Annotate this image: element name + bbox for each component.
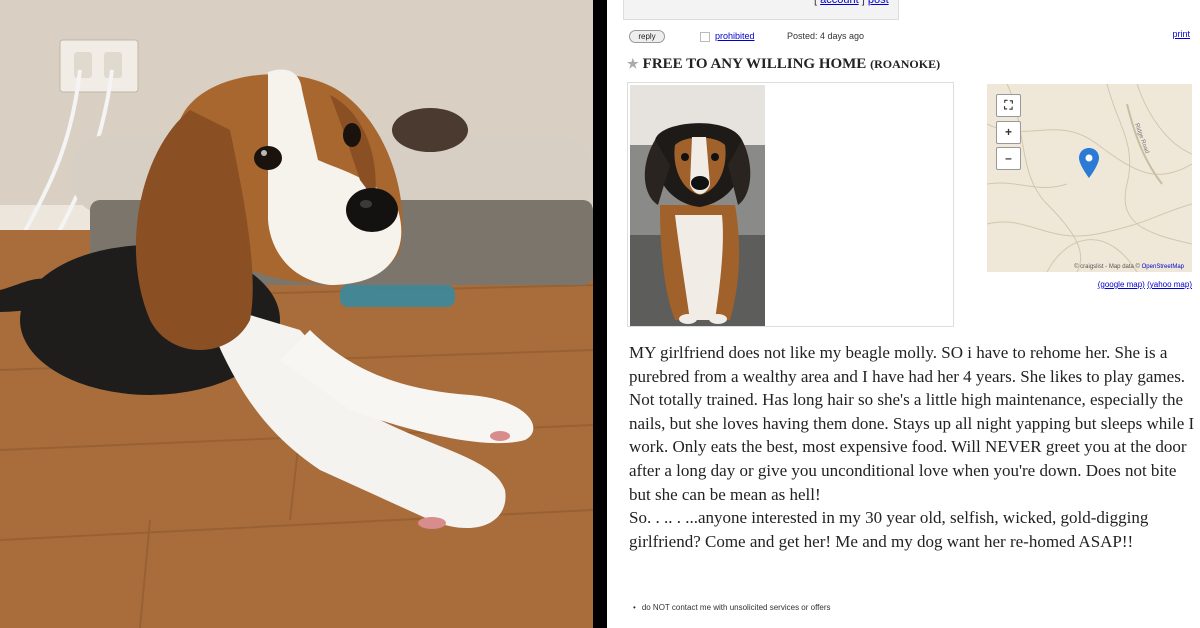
body-paragraph: So. . .. . ...anyone interested in my 30…: [629, 508, 1149, 551]
yahoo-map-link[interactable]: (yahoo map): [1147, 280, 1192, 289]
beagle-puppy-illustration: [0, 0, 593, 628]
location-map[interactable]: Ridge Road ⛶ + – © craigslist - Map data…: [987, 84, 1192, 272]
reply-button[interactable]: reply: [629, 30, 665, 43]
bracket: [: [814, 0, 818, 6]
image-gallery: [627, 82, 954, 327]
craigslist-listing: [ account ] post reply prohibited Posted…: [607, 0, 1200, 628]
zoom-in-button[interactable]: +: [996, 121, 1021, 144]
print-link[interactable]: print: [1172, 29, 1190, 39]
account-links: [ account ] post: [814, 0, 889, 6]
posted-date: Posted: 4 days ago: [787, 31, 865, 41]
post-link[interactable]: post: [868, 0, 889, 6]
map-pin-icon[interactable]: [1079, 148, 1099, 178]
account-link[interactable]: account: [820, 0, 859, 6]
header-box: [ account ] post: [623, 0, 899, 20]
title-text: FREE TO ANY WILLING HOME: [642, 56, 867, 72]
location-text: (ROANOKE): [870, 57, 941, 71]
contact-notice: do NOT contact me with unsolicited servi…: [633, 603, 831, 612]
star-icon[interactable]: ★: [627, 56, 639, 71]
openstreetmap-link[interactable]: OpenStreetMap: [1142, 264, 1184, 270]
zoom-out-button[interactable]: –: [996, 147, 1021, 170]
fullscreen-button[interactable]: ⛶: [996, 94, 1021, 117]
body-paragraph: MY girlfriend does not like my beagle mo…: [629, 343, 1195, 504]
bracket: ]: [861, 0, 865, 6]
beagle-adult-illustration: [630, 85, 765, 326]
beagle-puppy-photo: [0, 0, 593, 628]
map-attribution: © craigslist - Map data © OpenStreetMap: [1074, 264, 1184, 270]
google-map-link[interactable]: (google map): [1098, 280, 1145, 289]
posting-body: MY girlfriend does not like my beagle mo…: [629, 341, 1195, 553]
beagle-listing-photo[interactable]: [630, 85, 765, 326]
prohibited-link[interactable]: prohibited: [715, 31, 755, 41]
prohibited-checkbox[interactable]: [700, 32, 710, 42]
map-attribution-text: © craigslist - Map data ©: [1074, 264, 1140, 270]
map-links: (google map) (yahoo map): [1098, 280, 1192, 289]
posting-title: ★ FREE TO ANY WILLING HOME (ROANOKE): [627, 56, 940, 73]
